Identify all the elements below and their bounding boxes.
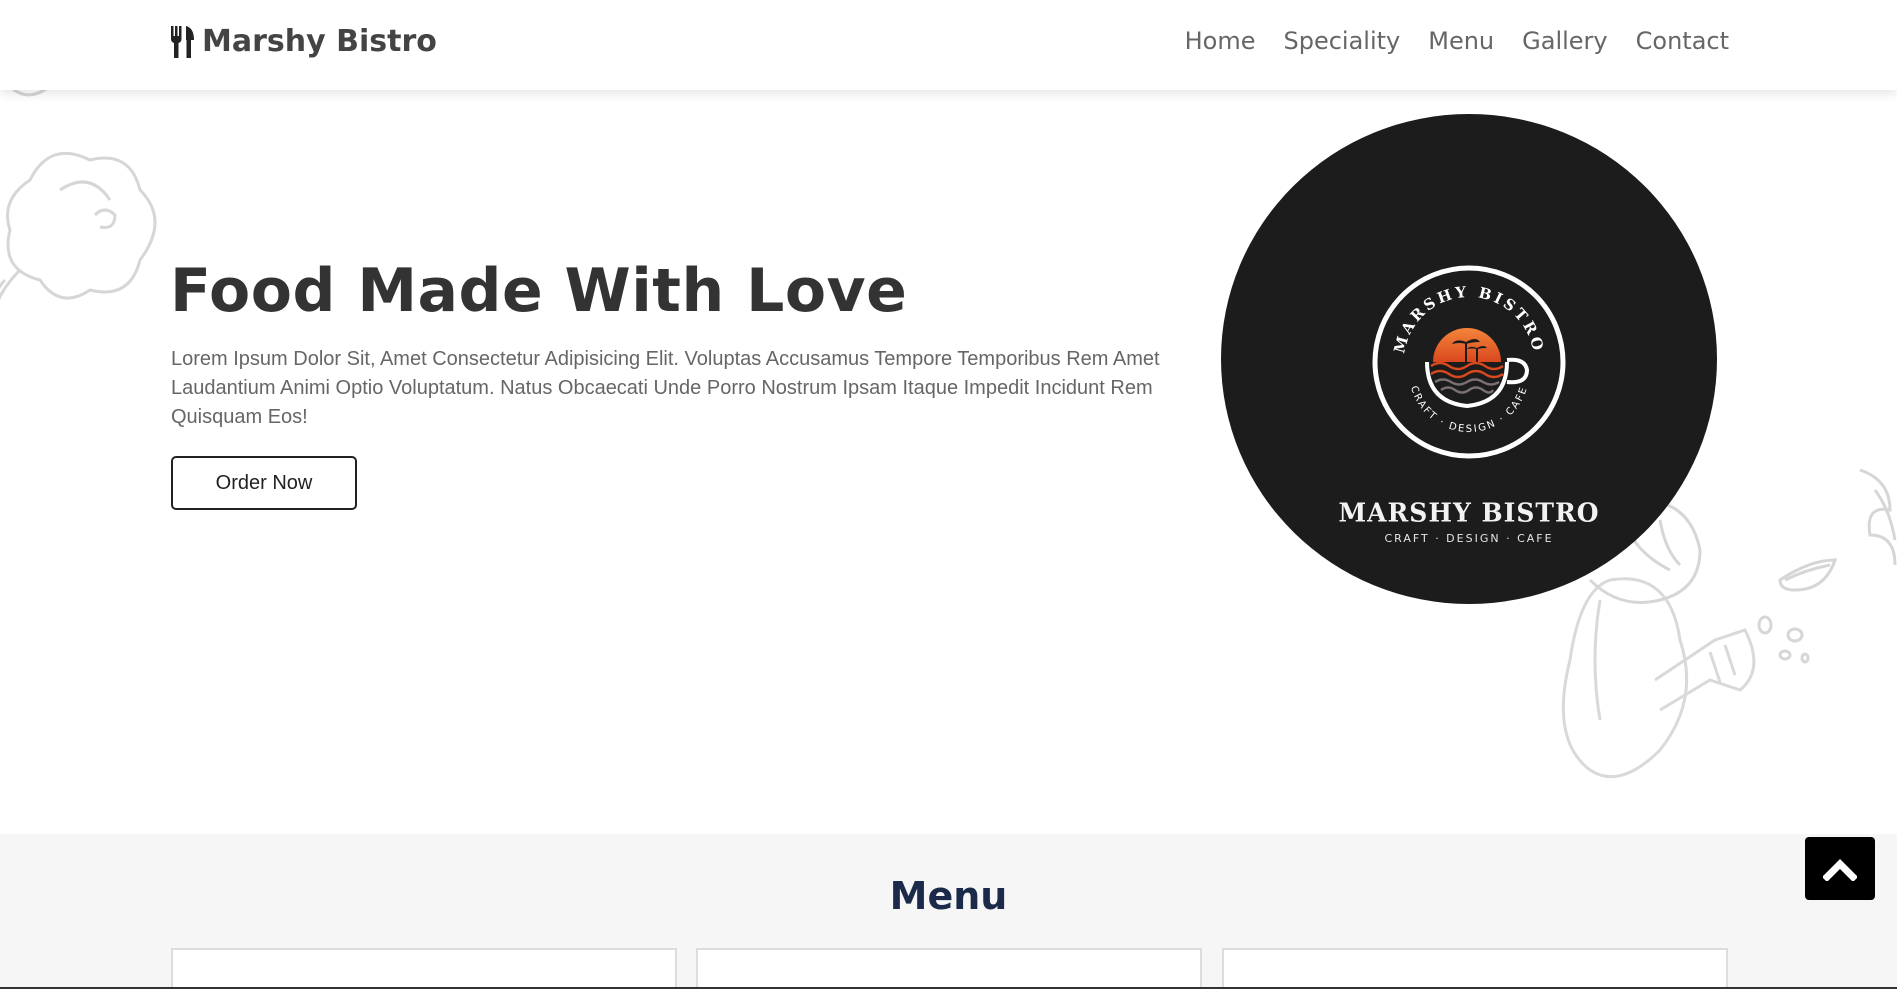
menu-heading-text: Menu xyxy=(889,874,1008,918)
svg-text:CRAFT · DESIGN · CAFE: CRAFT · DESIGN · CAFE xyxy=(1408,385,1530,436)
brand-logo[interactable]: Marshy Bistro xyxy=(170,24,437,59)
nav-contact[interactable]: Contact xyxy=(1636,27,1729,55)
hero-title: Food Made With Love xyxy=(170,256,908,326)
main-nav: Home Speciality Menu Gallery Contact xyxy=(1185,27,1729,55)
order-now-button[interactable]: Order Now xyxy=(171,456,357,510)
nav-gallery[interactable]: Gallery xyxy=(1522,27,1607,55)
doodle-herb-icon xyxy=(1859,468,1897,566)
doodle-seeds-icon xyxy=(1757,558,1838,664)
menu-card-3[interactable] xyxy=(1222,948,1728,989)
cafe-emblem-icon: MARSHY BISTRO CRAFT · DESIGN · CAFE xyxy=(1372,265,1566,459)
doodle-top-left-icon xyxy=(12,90,47,97)
hero-section: Food Made With Love Lorem Ipsum Dolor Si… xyxy=(0,90,1897,834)
brand-name: Marshy Bistro xyxy=(202,24,437,59)
nav-speciality[interactable]: Speciality xyxy=(1283,27,1400,55)
utensils-icon xyxy=(170,25,196,59)
menu-card-1[interactable] xyxy=(171,948,677,989)
site-header: Marshy Bistro Home Speciality Menu Galle… xyxy=(0,0,1897,90)
doodle-garlic-icon xyxy=(0,151,157,301)
logo-brand-name: MARSHY BISTRO xyxy=(1338,497,1600,528)
menu-card-2[interactable] xyxy=(696,948,1202,989)
nav-menu[interactable]: Menu xyxy=(1428,27,1494,55)
scroll-to-top-button[interactable] xyxy=(1805,837,1875,900)
logo-tagline: CRAFT · DESIGN · CAFE xyxy=(1384,532,1554,545)
hero-logo-image: MARSHY BISTRO CRAFT · DESIGN · CAFE MARS… xyxy=(1221,114,1717,604)
hero-description: Lorem Ipsum Dolor Sit, Amet Consectetur … xyxy=(171,348,1160,428)
menu-section: Menu xyxy=(0,834,1897,989)
nav-home[interactable]: Home xyxy=(1185,27,1256,55)
chevron-up-icon xyxy=(1823,858,1857,881)
menu-heading: Menu xyxy=(0,874,1897,918)
ring-bottom-text: CRAFT · DESIGN · CAFE xyxy=(1408,385,1528,436)
